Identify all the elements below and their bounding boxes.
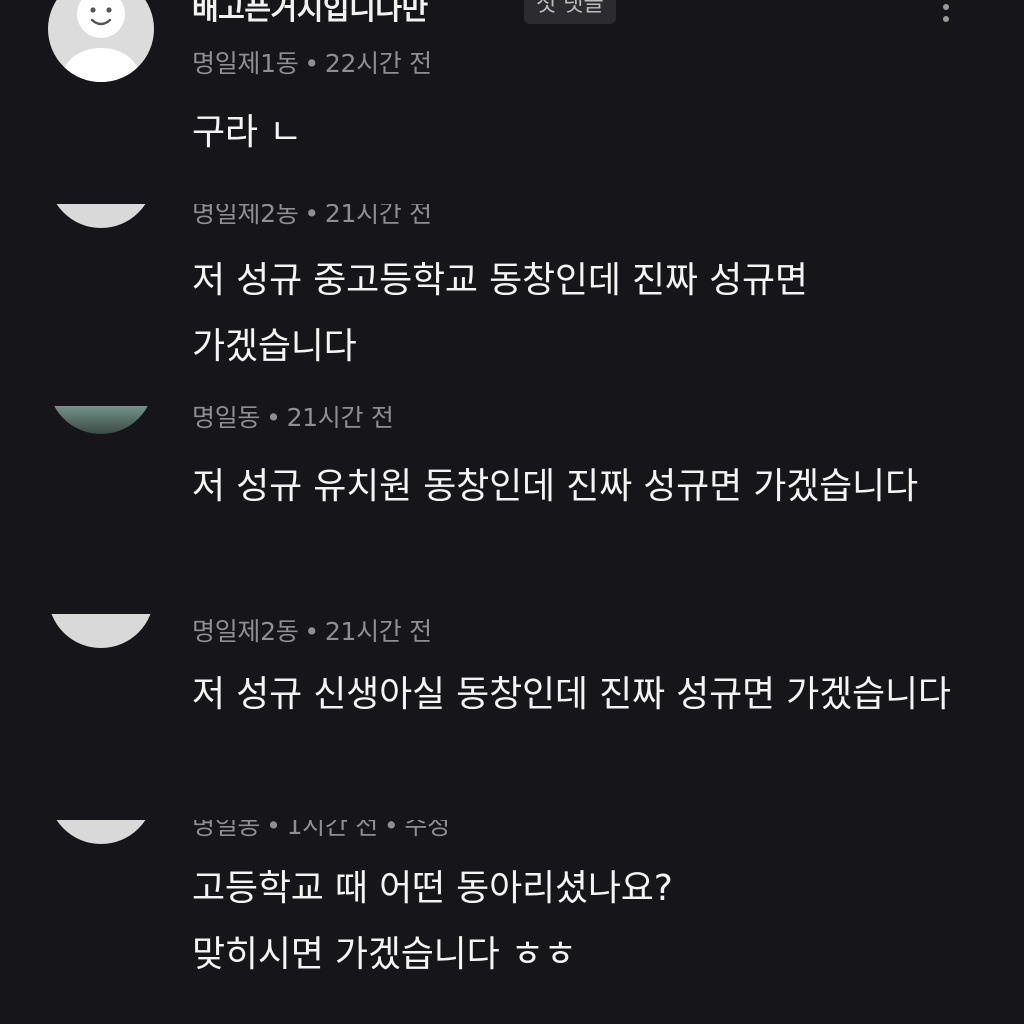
meta-separator: • (304, 49, 319, 78)
comment-item: 명일동 • 1시간 전 • 수정 고등학교 때 어떤 동아리셨나요? 맞히시면 가겠습니… (0, 810, 1024, 1024)
comment-text: 저 성규 신생아실 동창인데 진짜 성규면 가겠습니다 (192, 674, 951, 715)
comment-meta: 명일동 • 1시간 전 • 수정 (192, 820, 450, 840)
comment-text: 저 성규 유치원 동창인데 진짜 성규면 가겠습니다 (192, 466, 918, 507)
meta-separator: • (266, 406, 281, 432)
comment-item: 명일동 • 21시간 전 저 성규 유치원 동창인데 진짜 성규면 가겠습니다 (0, 392, 1024, 602)
meta-separator: • (266, 820, 281, 840)
comment-location: 명일제2동 (192, 204, 299, 228)
comment-time: 21시간 전 (286, 406, 394, 432)
comment-time: 21시간 전 (324, 204, 432, 228)
comment-location: 명일제2동 (192, 617, 299, 646)
comment-text: 저 성규 중고등학교 동창인데 진짜 성규면 가겠습니다 (192, 260, 808, 367)
comment-meta: 명일동 • 21시간 전 (192, 406, 394, 434)
comment-location: 명일동 (192, 820, 261, 840)
comment-text-line-2: 맞히시면 가겠습니다 ㅎㅎ (192, 934, 577, 975)
comment-location: 명일제1동 (192, 49, 299, 78)
comment-meta: 명일제2동 • 21시간 전 (192, 204, 432, 230)
comment-item: 명일제2동 • 21시간 전 저 성규 신생아실 동창인데 진짜 성규면 가겠습니다 (0, 600, 1024, 810)
meta-separator: • (383, 820, 399, 840)
first-comment-badge: 첫 댓글 (524, 0, 616, 24)
meta-separator: • (304, 204, 319, 228)
default-avatar-icon[interactable] (48, 0, 154, 82)
comment-item: 배고픈거지입니다만 첫 댓글 명일제1동 • 22시간 전 구라 ㄴ (0, 0, 1024, 190)
comment-meta: 명일제1동 • 22시간 전 (192, 44, 432, 80)
comment-nickname[interactable]: 배고픈거지입니다만 (192, 0, 428, 28)
meta-separator: • (304, 617, 319, 646)
comment-time: 22시간 전 (324, 49, 432, 78)
default-avatar-icon[interactable] (48, 614, 154, 648)
comment-location: 명일동 (192, 406, 261, 432)
comment-time: 1시간 전 (286, 820, 379, 840)
more-vertical-icon[interactable] (936, 0, 956, 22)
comment-text-line-1: 고등학교 때 어떤 동아리셨나요? (192, 868, 673, 909)
comment-meta: 명일제2동 • 21시간 전 (192, 612, 432, 648)
comment-item: 명일제2동 • 21시간 전 저 성규 중고등학교 동창인데 진짜 성규면 가겠습니… (0, 190, 1024, 390)
comment-edited-label: 수정 (404, 820, 450, 840)
comment-time: 21시간 전 (324, 617, 432, 646)
comment-text: 구라 ㄴ (192, 112, 303, 153)
